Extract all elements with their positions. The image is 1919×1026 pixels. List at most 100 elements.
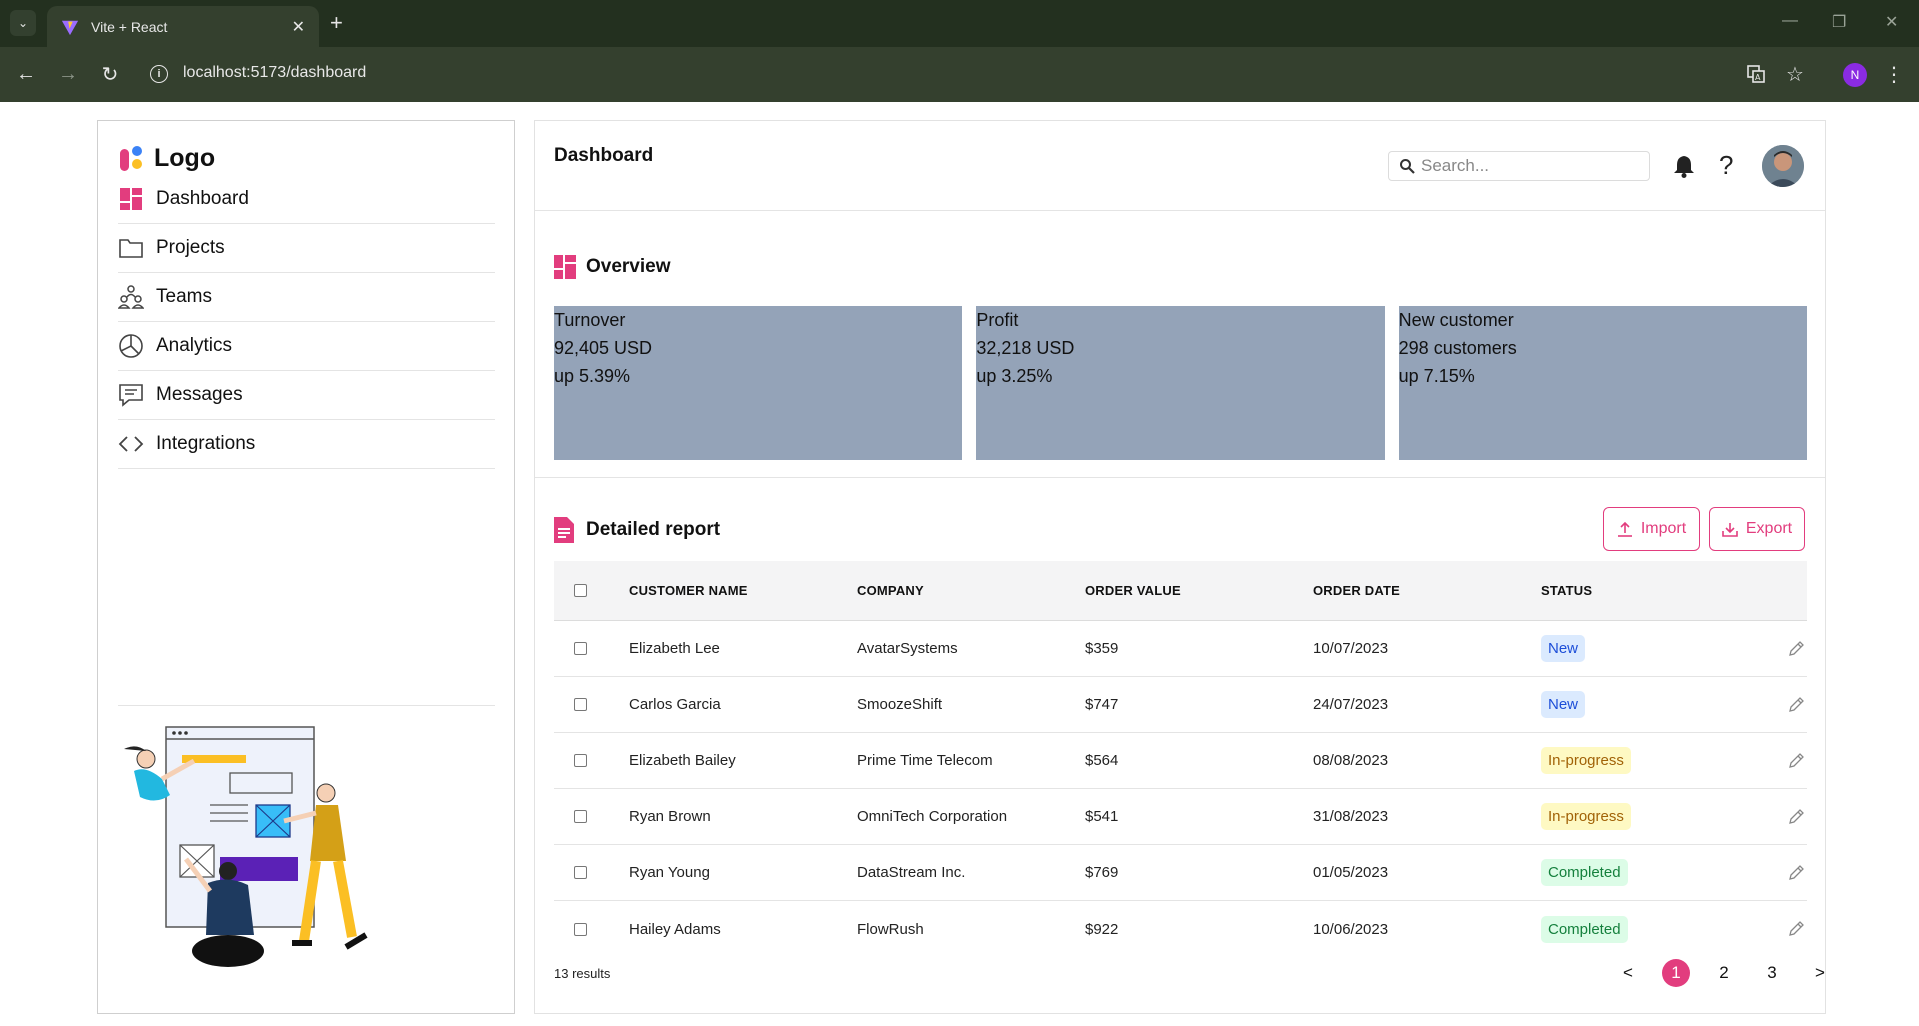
- table-row: Elizabeth Lee AvatarSystems $359 10/07/2…: [554, 621, 1807, 677]
- pagination-page-2[interactable]: 2: [1710, 959, 1738, 987]
- stat-value: 32,218 USD: [976, 338, 1075, 358]
- sidebar-item-dashboard[interactable]: Dashboard: [118, 175, 495, 224]
- status-badge: In-progress: [1541, 803, 1631, 830]
- stat-value: 298 customers: [1398, 338, 1517, 358]
- column-header-company[interactable]: COMPANY: [857, 583, 1085, 598]
- order-value: $564: [1085, 752, 1119, 769]
- stat-card-new-customer: New customer 298 customers up 7.15%: [1398, 306, 1807, 460]
- order-date: 31/08/2023: [1313, 808, 1389, 825]
- sidebar-item-label: Integrations: [156, 433, 256, 454]
- page-title: Dashboard: [554, 145, 654, 166]
- site-info-icon[interactable]: i: [150, 65, 168, 83]
- reload-icon[interactable]: ↻: [97, 61, 123, 87]
- browser-menu-icon[interactable]: ⋮: [1881, 61, 1907, 87]
- code-icon: [118, 431, 144, 457]
- pagination-next[interactable]: >: [1806, 959, 1834, 987]
- row-checkbox[interactable]: [574, 754, 587, 767]
- app-logo[interactable]: Logo: [118, 143, 215, 173]
- bookmark-star-icon[interactable]: ☆: [1782, 61, 1808, 87]
- restore-icon[interactable]: ❐: [1832, 12, 1846, 32]
- minimize-icon[interactable]: —: [1782, 12, 1798, 30]
- sidebar-item-label: Projects: [156, 237, 225, 258]
- customer-name: Hailey Adams: [629, 920, 721, 938]
- forward-icon[interactable]: →: [55, 61, 81, 87]
- table-row: Hailey Adams FlowRush $922 10/06/2023 Co…: [554, 901, 1807, 957]
- row-checkbox[interactable]: [574, 698, 587, 711]
- stat-change: up 5.39%: [554, 366, 631, 386]
- notification-bell-icon[interactable]: [1671, 153, 1697, 179]
- tab-close-icon[interactable]: ✕: [292, 17, 305, 37]
- back-icon[interactable]: ←: [13, 61, 39, 87]
- import-button[interactable]: Import: [1603, 507, 1700, 551]
- user-avatar[interactable]: [1762, 145, 1804, 187]
- export-button[interactable]: Export: [1709, 507, 1805, 551]
- table-row: Ryan Young DataStream Inc. $769 01/05/20…: [554, 845, 1807, 901]
- report-table: CUSTOMER NAME COMPANY ORDER VALUE ORDER …: [554, 561, 1807, 957]
- close-window-icon[interactable]: ✕: [1885, 12, 1898, 32]
- browser-profile-avatar[interactable]: N: [1843, 63, 1867, 87]
- company: Prime Time Telecom: [857, 752, 993, 769]
- sidebar-item-messages[interactable]: Messages: [118, 371, 495, 420]
- stat-label: New customer: [1398, 310, 1514, 330]
- tab-search-button[interactable]: ⌄: [10, 10, 36, 36]
- order-value: $541: [1085, 808, 1119, 825]
- edit-pencil-icon[interactable]: [1787, 920, 1805, 938]
- customer-name: Ryan Young: [629, 864, 710, 881]
- pagination-page-3[interactable]: 3: [1758, 959, 1786, 987]
- table-row: Ryan Brown OmniTech Corporation $541 31/…: [554, 789, 1807, 845]
- edit-pencil-icon[interactable]: [1787, 864, 1805, 882]
- stat-value: 92,405 USD: [554, 338, 653, 358]
- overview-heading: Overview: [554, 255, 671, 279]
- results-count: 13 results: [554, 966, 611, 981]
- document-icon: [554, 517, 574, 543]
- search-input[interactable]: [1421, 156, 1641, 176]
- new-tab-button[interactable]: +: [330, 12, 343, 34]
- sidebar-item-teams[interactable]: Teams: [118, 273, 495, 322]
- status-badge: Completed: [1541, 859, 1628, 886]
- report-title: Detailed report: [586, 519, 721, 540]
- user-avatar-icon: [1762, 145, 1804, 187]
- stat-card-profit: Profit 32,218 USD up 3.25%: [976, 306, 1385, 460]
- row-checkbox[interactable]: [574, 642, 587, 655]
- row-checkbox[interactable]: [574, 810, 587, 823]
- select-all-checkbox[interactable]: [574, 584, 587, 597]
- order-value: $769: [1085, 864, 1119, 881]
- order-value: $922: [1085, 920, 1119, 938]
- url-field[interactable]: localhost:5173/dashboard: [183, 64, 366, 82]
- customer-name: Elizabeth Bailey: [629, 752, 736, 769]
- message-icon: [118, 382, 144, 408]
- translate-icon[interactable]: A: [1743, 61, 1769, 87]
- import-label: Import: [1640, 520, 1687, 537]
- logo-text: Logo: [154, 143, 216, 172]
- row-checkbox[interactable]: [574, 922, 587, 936]
- sidebar-item-projects[interactable]: Projects: [118, 224, 495, 273]
- status-badge: In-progress: [1541, 747, 1631, 774]
- column-header-customer-name[interactable]: CUSTOMER NAME: [629, 583, 857, 598]
- company: SmoozeShift: [857, 696, 943, 713]
- search-box[interactable]: [1388, 151, 1650, 181]
- column-header-order-value[interactable]: ORDER VALUE: [1085, 583, 1313, 598]
- row-checkbox[interactable]: [574, 866, 587, 879]
- top-header: Dashboard ?: [535, 121, 1825, 211]
- company: FlowRush: [857, 920, 924, 938]
- browser-tab[interactable]: Vite + React ✕: [47, 6, 319, 47]
- stat-change: up 7.15%: [1398, 366, 1475, 386]
- customer-name: Elizabeth Lee: [629, 640, 720, 657]
- edit-pencil-icon[interactable]: [1787, 752, 1805, 770]
- order-date: 08/08/2023: [1313, 752, 1389, 769]
- sidebar-item-analytics[interactable]: Analytics: [118, 322, 495, 371]
- logo-mark-icon: [120, 146, 142, 171]
- edit-pencil-icon[interactable]: [1787, 696, 1805, 714]
- stat-label: Profit: [976, 310, 1019, 330]
- folder-icon: [118, 235, 144, 261]
- pagination-page-1[interactable]: 1: [1662, 959, 1690, 987]
- status-badge: Completed: [1541, 915, 1628, 943]
- column-header-status[interactable]: STATUS: [1541, 583, 1761, 598]
- edit-pencil-icon[interactable]: [1787, 808, 1805, 826]
- column-header-order-date[interactable]: ORDER DATE: [1313, 583, 1541, 598]
- edit-pencil-icon[interactable]: [1787, 640, 1805, 658]
- dashboard-icon: [554, 255, 576, 279]
- sidebar-item-integrations[interactable]: Integrations: [118, 420, 495, 469]
- help-icon[interactable]: ?: [1719, 150, 1733, 181]
- pagination-prev[interactable]: <: [1614, 959, 1642, 987]
